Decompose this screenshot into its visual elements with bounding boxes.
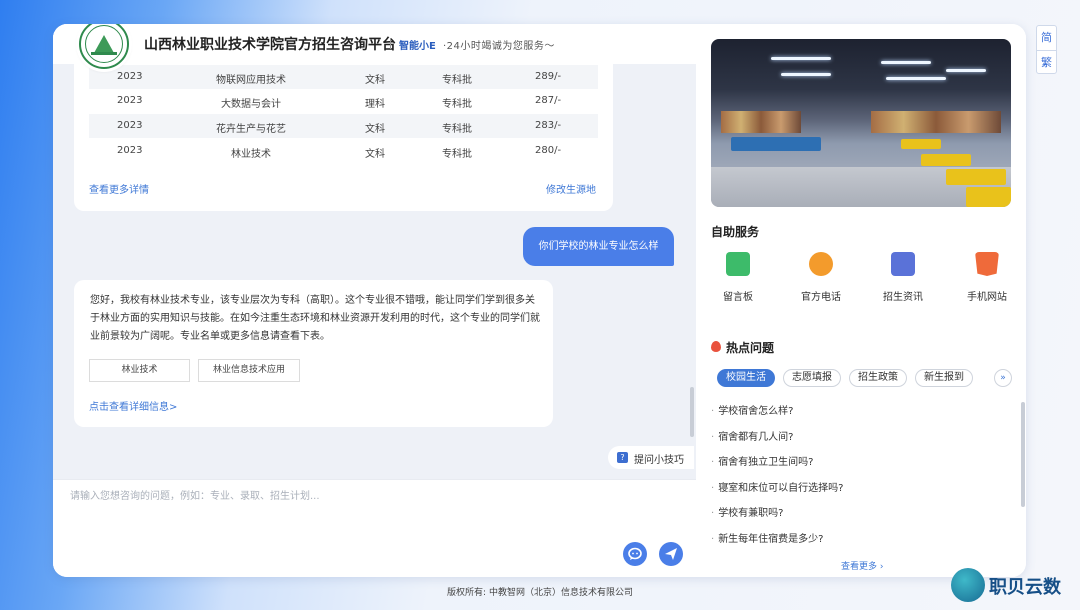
send-button[interactable] [659,542,683,566]
chat-window: 2023 物联网应用技术 文科 专科批 289/- 2023 大数据与会计 理科… [53,24,1026,577]
question-input[interactable] [70,487,590,517]
cell-year: 2023 [117,95,143,106]
send-icon [665,548,677,560]
user-message-bubble: 你们学校的林业专业怎么样 [523,227,674,266]
phone-icon [809,252,833,276]
cell-score: 289/- [535,71,562,82]
cell-batch: 专科批 [442,124,472,135]
cell-batch: 专科批 [442,99,472,110]
service-label: 招生资讯 [883,292,923,303]
chat-scrollbar[interactable] [690,387,694,437]
cell-major: 林业技术 [231,149,271,160]
hot-question-item[interactable]: 宿舍有独立卫生间吗? [711,453,813,468]
hot-question-item[interactable]: 宿舍都有几人间? [711,428,793,443]
header: 山西林业职业技术学院官方招生咨询平台 智能小E ·24小时竭诚为您服务～ [53,24,696,69]
view-more-details-link[interactable]: 查看更多详情 [89,181,149,196]
question-tips-button[interactable]: ? 提问小技巧 [608,446,694,469]
watermark-logo [951,568,985,602]
divider [390,38,391,49]
side-panel: 自助服务 留言板 官方电话 招生资讯 手机网站 热点问题 校园生活 志愿填报 招… [696,24,1026,577]
campus-photo-carousel[interactable] [711,39,1011,207]
chat-panel: 2023 物联网应用技术 文科 专科批 289/- 2023 大数据与会计 理科… [53,24,696,577]
major-tag-forestry-it[interactable]: 林业信息技术应用 [198,359,300,382]
chat-bubble-button[interactable] [623,542,647,566]
hot-question-item[interactable]: 学校宿舍怎么样? [711,402,793,417]
table-row: 2023 花卉生产与花艺 文科 专科批 283/- [89,114,598,138]
assistant-brand: 智能小E [399,41,436,52]
chat-icon [628,547,642,560]
change-origin-link[interactable]: 修改生源地 [546,181,596,196]
table-row: 2023 大数据与会计 理科 专科批 287/- [89,89,598,113]
news-icon [891,252,915,276]
hot-question-item[interactable]: 新生每年住宿费是多少? [711,530,823,545]
official-phone-button[interactable]: 官方电话 [791,252,851,303]
hot-questions-title: 热点问题 [726,341,775,355]
tab-campus-life[interactable]: 校园生活 [717,369,775,387]
table-row: 2023 物联网应用技术 文科 专科批 289/- [89,65,598,89]
cell-category: 文科 [365,149,385,160]
tips-label: 提问小技巧 [634,455,684,466]
input-area [53,479,696,577]
cell-batch: 专科批 [442,75,472,86]
major-tag-forestry[interactable]: 林业技术 [89,359,190,382]
fire-icon [711,341,721,352]
service-label: 手机网站 [967,292,1007,303]
tabs-next-icon[interactable]: » [994,369,1012,387]
cell-major: 物联网应用技术 [216,75,286,86]
tab-new-student-registration[interactable]: 新生报到 [915,369,973,387]
slogan: ·24小时竭诚为您服务～ [443,41,555,52]
cell-score: 287/- [535,95,562,106]
message-board-button[interactable]: 留言板 [708,252,768,303]
see-more-label: 查看更多 [841,562,878,572]
answer-card: 您好，我校有林业技术专业，该专业层次为专科（高职）。这个专业很不错哦，能让同学们… [74,280,553,427]
see-more-link[interactable]: 查看更多 › [841,559,883,572]
admission-news-button[interactable]: 招生资讯 [873,252,933,303]
html5-icon [975,252,999,276]
mobile-site-button[interactable]: 手机网站 [957,252,1017,303]
answer-text: 您好，我校有林业技术专业，该专业层次为专科（高职）。这个专业很不错哦，能让同学们… [90,295,540,342]
carousel-indicator[interactable] [824,197,914,201]
questions-scrollbar[interactable] [1021,402,1025,507]
copyright-footer: 版权所有: 中教智网（北京）信息技术有限公司 [447,588,633,598]
tab-admission-policy[interactable]: 招生政策 [849,369,907,387]
table-row: 2023 林业技术 文科 专科批 280/- [89,139,598,163]
cell-score: 283/- [535,120,562,131]
cell-major: 花卉生产与花艺 [216,124,286,135]
view-detail-link[interactable]: 点击查看详细信息> [89,398,177,413]
service-label: 留言板 [723,292,753,303]
service-label: 官方电话 [801,292,841,303]
cell-year: 2023 [117,71,143,82]
cell-category: 文科 [365,75,385,86]
message-board-icon [726,252,750,276]
cell-score: 280/- [535,145,562,156]
hot-question-item[interactable]: 学校有兼职吗? [711,504,783,519]
traditional-chinese-button[interactable]: 繁 [1037,50,1056,74]
score-table-card: 2023 物联网应用技术 文科 专科批 289/- 2023 大数据与会计 理科… [74,60,613,211]
simplified-chinese-button[interactable]: 简 [1037,26,1056,50]
cell-year: 2023 [117,120,143,131]
cell-year: 2023 [117,145,143,156]
cell-major: 大数据与会计 [221,99,281,110]
watermark-text: 职贝云数 [989,577,1061,598]
tab-application[interactable]: 志愿填报 [783,369,841,387]
self-service-title: 自助服务 [711,225,760,239]
cell-category: 理科 [365,99,385,110]
page-title: 山西林业职业技术学院官方招生咨询平台 [144,37,396,53]
cell-category: 文科 [365,124,385,135]
language-switch: 简 繁 [1036,25,1057,74]
school-logo [79,24,129,69]
cell-batch: 专科批 [442,149,472,160]
hot-question-item[interactable]: 寝室和床位可以自行选择吗? [711,479,843,494]
question-icon: ? [617,452,628,463]
